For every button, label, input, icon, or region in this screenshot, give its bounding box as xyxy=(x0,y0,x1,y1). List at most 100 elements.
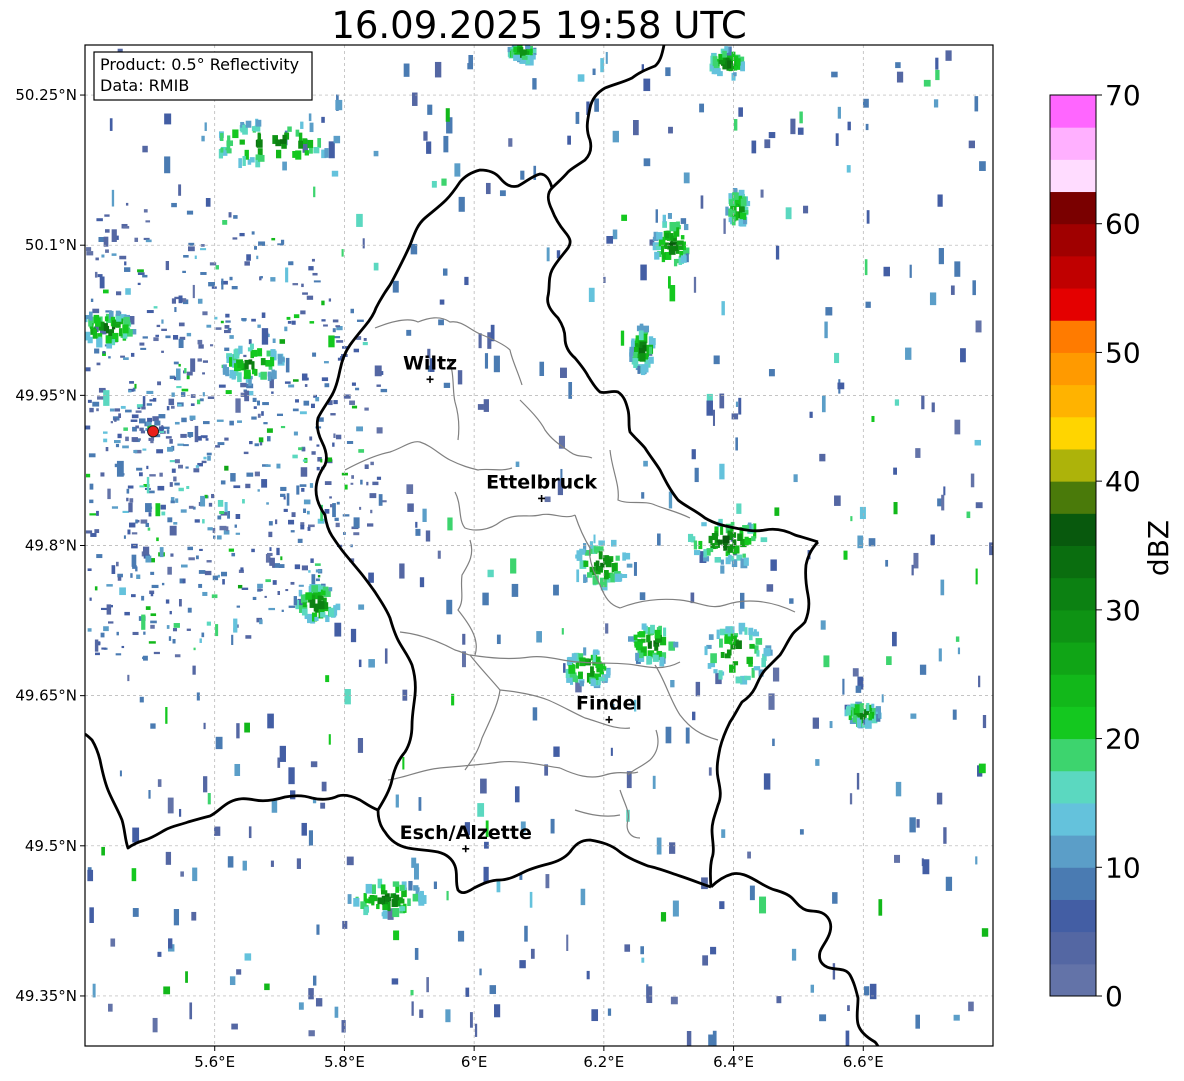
echo-cell xyxy=(220,147,224,153)
echo-cell xyxy=(457,370,463,385)
echo-cell xyxy=(325,675,330,683)
echo-cell xyxy=(145,555,152,563)
echo-cell xyxy=(351,405,358,409)
echo-cell xyxy=(311,451,316,455)
radar-map: WiltzEttelbruckFindelEsch/Alzette 5.6°E 5… xyxy=(15,44,994,1071)
echo-cell xyxy=(599,546,604,551)
echo-cell xyxy=(309,483,314,488)
echo-cell xyxy=(919,664,927,675)
echo-cell xyxy=(643,460,648,467)
echo-cell xyxy=(148,490,155,494)
echo-cell xyxy=(205,438,209,441)
echo-cell xyxy=(590,666,594,677)
echo-cell xyxy=(869,983,877,1000)
echo-cell xyxy=(719,463,725,480)
echo-cell xyxy=(725,206,729,216)
echo-cell xyxy=(662,221,668,228)
echo-cell xyxy=(568,664,576,674)
echo-cell xyxy=(261,312,266,318)
echo-cell xyxy=(303,400,310,406)
echo-cell xyxy=(187,431,194,437)
echo-cell xyxy=(292,408,299,412)
echo-cell xyxy=(669,222,677,232)
echo-cell xyxy=(271,800,278,813)
echo-cell xyxy=(550,818,555,834)
echo-cell xyxy=(178,295,183,304)
echo-cell xyxy=(298,584,304,587)
echo-cell xyxy=(217,499,224,507)
echo-cell xyxy=(159,547,164,558)
echo-cell xyxy=(592,650,600,655)
echo-cell xyxy=(360,479,363,485)
echo-cell xyxy=(215,445,221,448)
echo-cell xyxy=(790,118,796,135)
echo-cell xyxy=(89,907,94,923)
axis-ticks: 5.6°E 5.8°E 6°E 6.2°E 6.4°E 6.6°E 50.25°N 50.1°… xyxy=(15,86,883,1071)
echo-cell xyxy=(231,552,236,557)
echo-cell xyxy=(118,413,122,419)
echo-cell xyxy=(193,468,200,473)
echo-cell xyxy=(237,372,242,383)
echo-cell xyxy=(308,524,315,528)
echo-cell xyxy=(293,314,300,319)
echo-cell xyxy=(192,665,196,675)
echo-cell xyxy=(87,399,92,403)
echo-cell xyxy=(243,354,247,358)
echo-cell xyxy=(727,60,732,69)
echo-cell xyxy=(301,565,308,571)
echo-cell xyxy=(563,663,566,673)
echo-cell xyxy=(246,472,254,477)
echo-cell xyxy=(173,361,179,365)
echo-cell xyxy=(772,667,780,682)
echo-cell xyxy=(320,458,323,463)
city-marker-icon xyxy=(426,375,434,383)
echo-cell xyxy=(128,502,133,513)
echo-cell xyxy=(120,405,126,409)
echo-cell xyxy=(511,583,519,597)
echo-cell xyxy=(545,874,550,889)
echo-cell xyxy=(132,631,139,636)
echo-cell xyxy=(85,473,91,478)
echo-cell xyxy=(267,371,272,381)
echo-cell xyxy=(731,413,739,420)
echo-cell xyxy=(713,68,721,75)
echo-cell xyxy=(877,710,881,719)
echo-cell xyxy=(170,553,174,557)
echo-cell xyxy=(365,883,372,894)
echo-cell xyxy=(633,346,638,353)
echo-cell xyxy=(896,71,904,83)
echo-cell xyxy=(306,295,314,300)
echo-cell xyxy=(150,723,156,729)
echo-cell xyxy=(458,196,465,212)
echo-cell xyxy=(308,988,314,1000)
echo-cell xyxy=(145,522,150,528)
echo-cell xyxy=(218,384,226,388)
echo-cell xyxy=(169,439,173,444)
echo-cell xyxy=(592,653,596,663)
info-data-source: Data: RMIB xyxy=(100,76,189,95)
echo-cell xyxy=(288,605,296,608)
echo-cell xyxy=(252,596,257,601)
echo-cell xyxy=(309,599,316,608)
echo-cell xyxy=(152,1017,158,1033)
echo-cell xyxy=(606,235,614,244)
echo-cell xyxy=(238,158,242,169)
echo-cell xyxy=(968,140,975,149)
echo-cell xyxy=(575,111,580,124)
echo-cell xyxy=(106,604,112,615)
echo-cell xyxy=(169,482,173,487)
echo-cell xyxy=(425,530,431,542)
echo-cell xyxy=(442,268,448,276)
echo-cell xyxy=(216,419,224,422)
echo-cell xyxy=(198,570,206,574)
echo-cell xyxy=(257,148,263,156)
echo-cell xyxy=(353,517,360,529)
echo-cell xyxy=(592,68,596,76)
echo-cell xyxy=(785,207,792,220)
echo-cell xyxy=(607,1008,612,1016)
echo-cell xyxy=(244,953,252,961)
echo-cell xyxy=(264,595,267,598)
echo-cell xyxy=(735,640,742,650)
echo-cell xyxy=(324,383,330,388)
echo-cell xyxy=(191,911,197,921)
